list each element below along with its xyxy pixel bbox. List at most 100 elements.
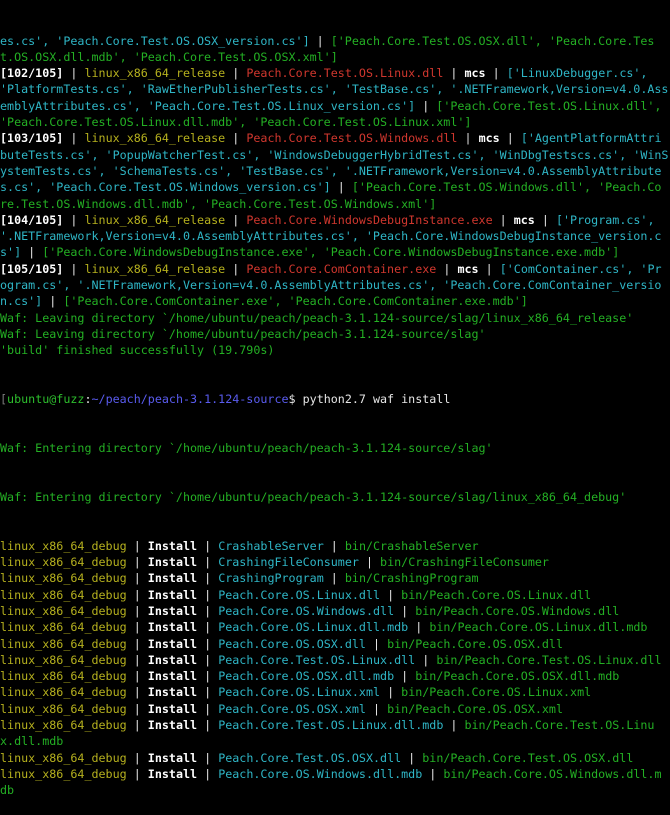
- separator: |: [21, 245, 43, 260]
- separator: |: [197, 603, 219, 618]
- artifact-list: ['Peach.Core.ComContainer.exe', 'Peach.C…: [63, 294, 528, 309]
- install-destination: bin/CrashingProgram: [344, 571, 479, 586]
- install-target: linux_x86_64_debug: [0, 685, 127, 700]
- prompt-bracket: [: [0, 392, 8, 407]
- separator: |: [63, 66, 85, 81]
- install-source: CrashableServer: [218, 538, 324, 553]
- install-action: Install: [147, 669, 198, 684]
- install-log-line: linux_x86_64_debug | Install | Peach.Cor…: [0, 636, 668, 652]
- separator: |: [197, 718, 219, 733]
- separator: |: [126, 620, 148, 635]
- separator: |: [415, 98, 437, 113]
- separator: |: [197, 701, 219, 716]
- separator: |: [534, 212, 556, 227]
- install-destination: bin/Peach.Core.OS.Linux.xml: [401, 685, 592, 700]
- separator: |: [63, 131, 85, 146]
- install-log-line: linux_x86_64_debug | Install | CrashingP…: [0, 570, 668, 586]
- prompt-colon: :: [84, 392, 92, 407]
- separator: |: [380, 685, 402, 700]
- separator: |: [457, 131, 479, 146]
- install-destination: bin/Peach.Core.OS.OSX.dll.mdb: [415, 669, 620, 684]
- prompt-path: ~/peach/peach-3.1.124-source: [91, 392, 289, 407]
- build-target: linux_x86_64_release: [84, 212, 226, 227]
- install-action: Install: [147, 555, 198, 570]
- install-action: Install: [147, 685, 198, 700]
- install-action: Install: [147, 587, 198, 602]
- separator: |: [126, 669, 148, 684]
- install-source: Peach.Core.OS.Linux.dll.mdb: [218, 620, 409, 635]
- install-action: Install: [147, 750, 198, 765]
- separator: |: [225, 131, 247, 146]
- build-log-line: [102/105] | linux_x86_64_release | Peach…: [0, 65, 668, 130]
- install-target: linux_x86_64_debug: [0, 766, 127, 781]
- install-source: Peach.Core.OS.Windows.dll.mdb: [218, 766, 423, 781]
- install-target: linux_x86_64_debug: [0, 620, 127, 635]
- bold-text: mcs: [457, 261, 479, 276]
- build-log-line: Waf: Leaving directory `/home/ubuntu/pea…: [0, 326, 668, 342]
- artifact-list: ['Peach.Core.WindowsDebugInstance.exe', …: [42, 245, 620, 260]
- install-log: linux_x86_64_debug | Install | Crashable…: [0, 538, 668, 799]
- install-source: Peach.Core.OS.Linux.dll: [218, 587, 381, 602]
- build-log-line: [103/105] | linux_x86_64_release | Peach…: [0, 130, 668, 211]
- bold-text: mcs: [513, 212, 535, 227]
- separator: |: [330, 180, 352, 195]
- install-log-line: linux_x86_64_debug | Install | Peach.Cor…: [0, 603, 668, 619]
- bold-text: [105/105]: [0, 261, 64, 276]
- install-log-line: linux_x86_64_debug | Install | Crashable…: [0, 538, 668, 554]
- prompt-user-host: ubuntu@fuzz: [7, 392, 85, 407]
- separator: |: [126, 538, 148, 553]
- output-file: Peach.Core.Test.OS.Linux.dll: [246, 66, 444, 81]
- artifact-list: 'build' finished successfully (19.790s): [0, 343, 275, 358]
- prompt-symbol: $: [288, 392, 296, 407]
- bold-text: mcs: [478, 131, 500, 146]
- shell-prompt-line: [ubuntu@fuzz:~/peach/peach-3.1.124-sourc…: [0, 391, 668, 407]
- separator: |: [365, 636, 388, 651]
- separator: |: [492, 212, 514, 227]
- output-file: Peach.Core.Test.OS.Windows.dll: [246, 131, 458, 146]
- install-target: linux_x86_64_debug: [0, 636, 127, 651]
- separator: |: [422, 766, 444, 781]
- install-target: linux_x86_64_debug: [0, 587, 127, 602]
- install-target: linux_x86_64_debug: [0, 652, 127, 667]
- artifact-list: Waf: Leaving directory `/home/ubuntu/pea…: [0, 326, 486, 341]
- bold-text: [102/105]: [0, 66, 64, 81]
- separator: |: [126, 750, 148, 765]
- separator: |: [415, 652, 437, 667]
- install-log-line: linux_x86_64_debug | Install | Peach.Cor…: [0, 619, 668, 635]
- install-target: linux_x86_64_debug: [0, 538, 127, 553]
- separator: |: [323, 538, 345, 553]
- output-file: Peach.Core.WindowsDebugInstance.exe: [246, 212, 493, 227]
- separator: |: [126, 571, 148, 586]
- build-target: linux_x86_64_release: [84, 131, 226, 146]
- separator: |: [394, 603, 416, 618]
- install-destination: bin/Peach.Core.OS.OSX.dll: [387, 636, 564, 651]
- separator: |: [126, 603, 148, 618]
- separator: |: [499, 131, 521, 146]
- install-action: Install: [147, 701, 198, 716]
- waf-entering-line: Waf: Entering directory `/home/ubuntu/pe…: [0, 441, 493, 456]
- install-action: Install: [147, 571, 198, 586]
- separator: |: [126, 652, 148, 667]
- install-destination: bin/CrashableServer: [344, 538, 479, 553]
- install-source: CrashingProgram: [218, 571, 324, 586]
- output-file: Peach.Core.ComContainer.exe: [246, 261, 437, 276]
- terminal-output[interactable]: es.cs', 'Peach.Core.Test.OS.OSX_version.…: [0, 0, 668, 815]
- separator: |: [443, 718, 465, 733]
- bold-text: mcs: [464, 66, 486, 81]
- separator: |: [197, 636, 219, 651]
- build-target: linux_x86_64_release: [84, 66, 226, 81]
- install-action: Install: [147, 766, 198, 781]
- separator: |: [323, 571, 345, 586]
- separator: |: [197, 652, 219, 667]
- separator: |: [197, 685, 219, 700]
- separator: |: [126, 587, 148, 602]
- separator: |: [197, 538, 219, 553]
- separator: |: [358, 555, 381, 570]
- separator: |: [365, 701, 388, 716]
- build-log: es.cs', 'Peach.Core.Test.OS.OSX_version.…: [0, 33, 668, 359]
- install-source: Peach.Core.OS.OSX.dll.mdb: [218, 669, 395, 684]
- prompt-command: python2.7 waf install: [295, 392, 451, 407]
- separator: |: [42, 294, 64, 309]
- separator: |: [126, 701, 148, 716]
- install-action: Install: [147, 620, 198, 635]
